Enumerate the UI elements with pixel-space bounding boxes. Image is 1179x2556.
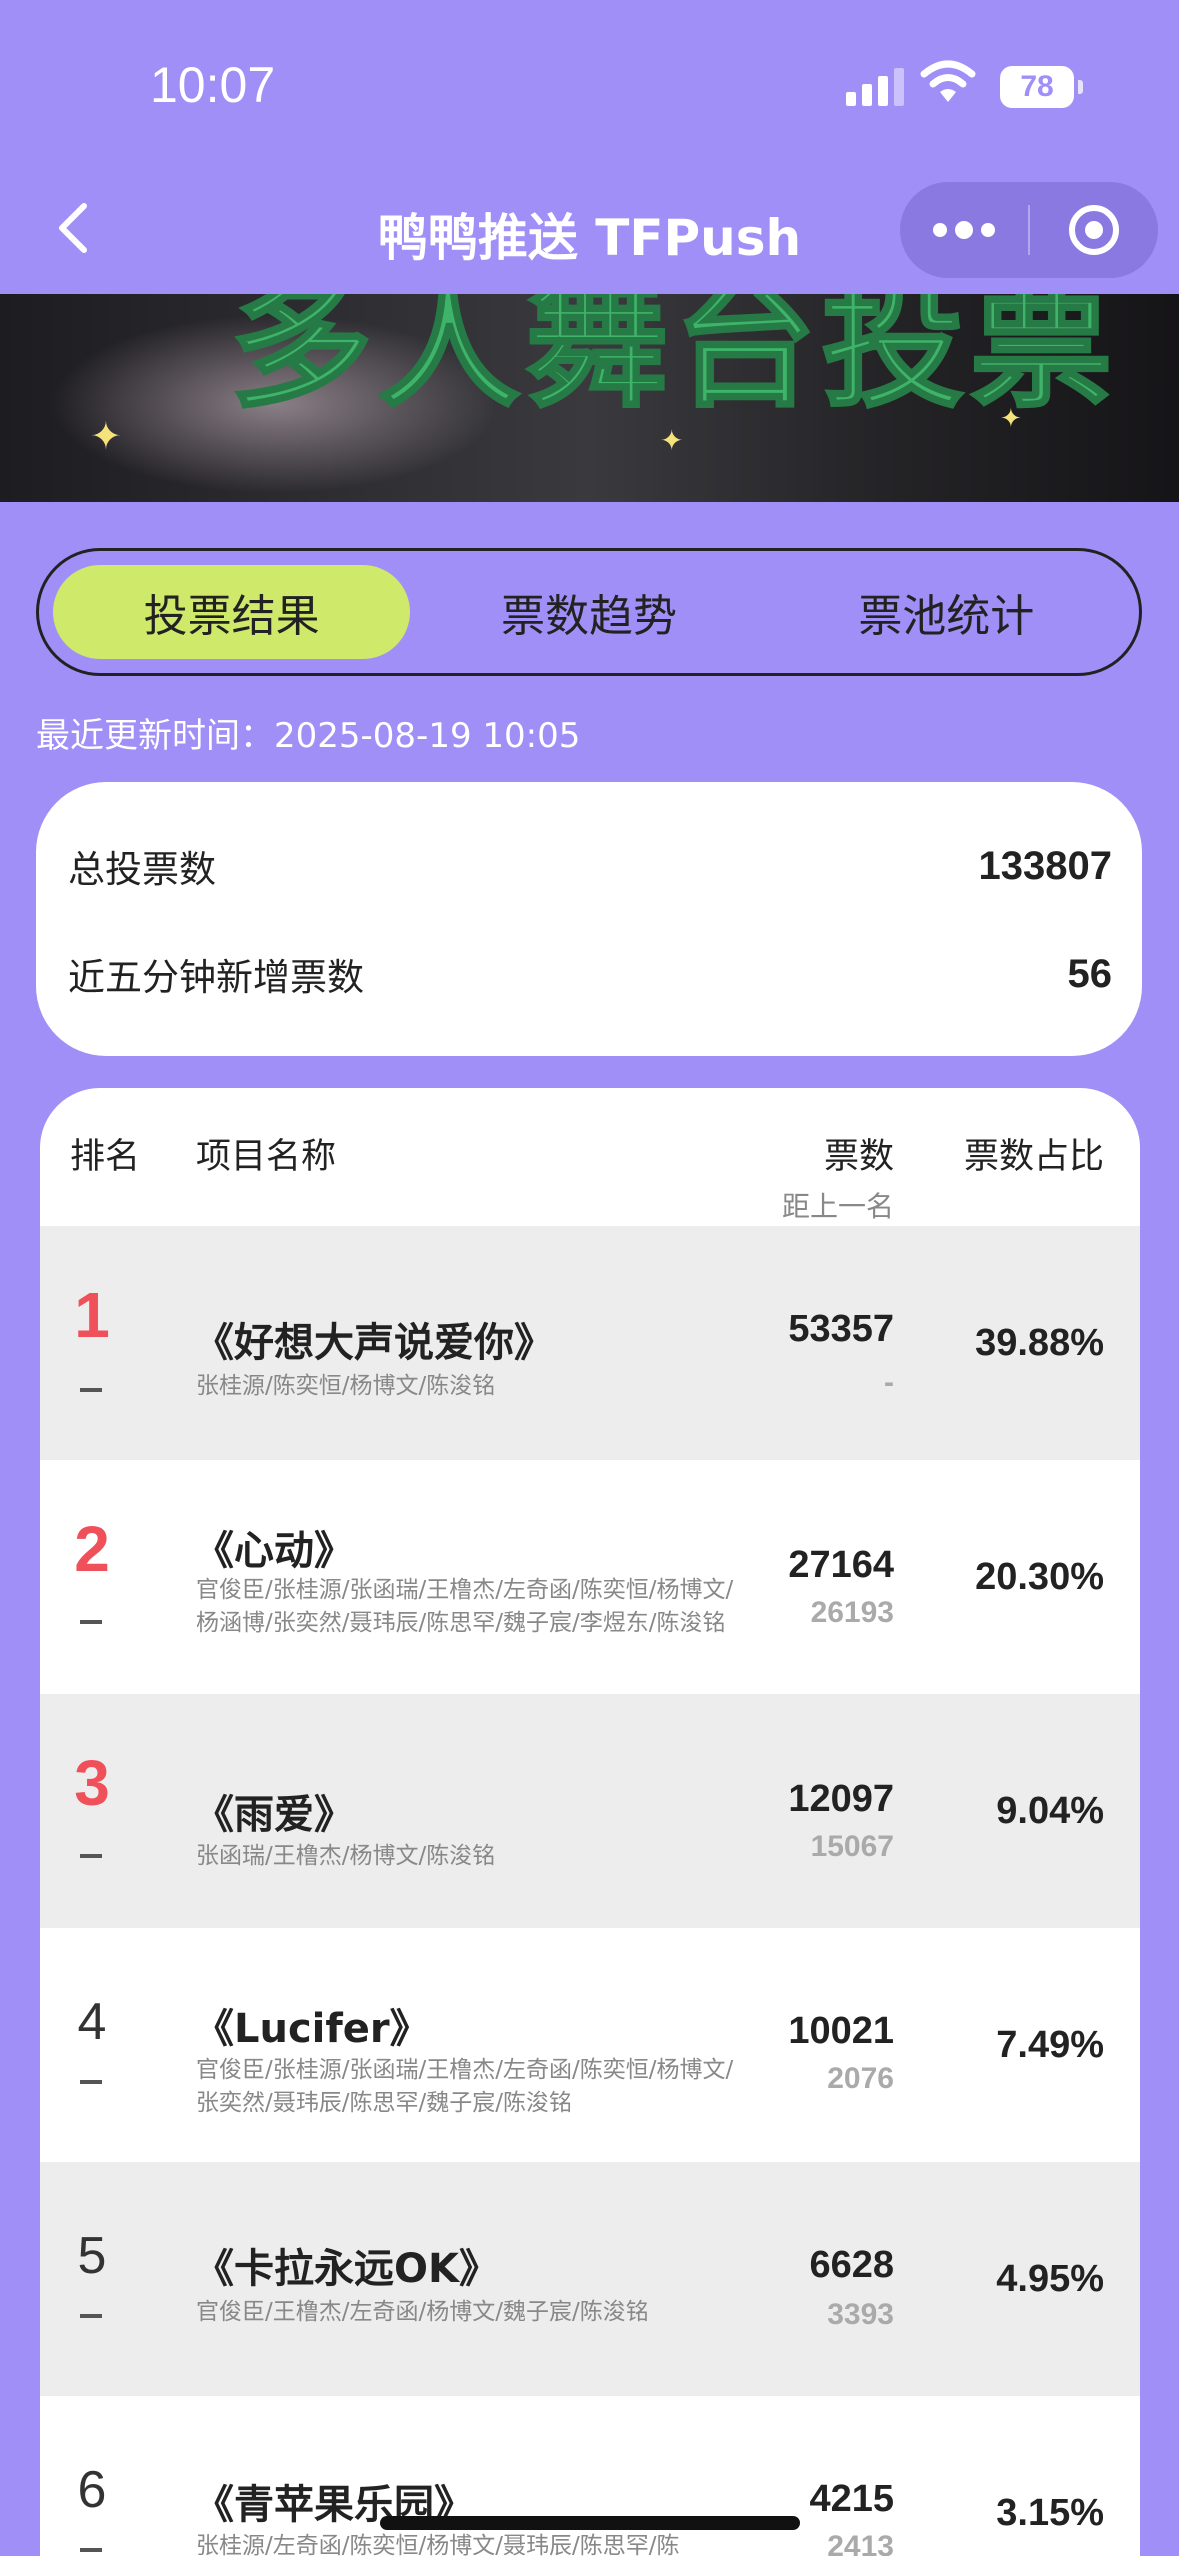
- wifi-icon: [920, 60, 976, 102]
- tab-vote-trend[interactable]: 票数趋势: [410, 565, 767, 659]
- vote-count: 4215: [809, 2478, 894, 2520]
- song-title: 《卡拉永远OK》: [194, 2246, 499, 2292]
- song-title: 《雨爱》: [194, 1792, 354, 1838]
- table-row[interactable]: 4 《Lucifer》 官俊臣/张桂源/张函瑞/王橹杰/左奇函/陈奕恒/杨博文/…: [40, 1928, 1140, 2162]
- rank-change-dash: [80, 1620, 102, 1624]
- total-votes-label: 总投票数: [68, 848, 216, 891]
- vote-gap: 26193: [810, 1596, 894, 1629]
- vote-percentage: 39.88%: [975, 1322, 1104, 1364]
- rank-number: 4: [77, 1993, 107, 2051]
- vote-percentage: 20.30%: [975, 1556, 1104, 1598]
- tab-bar: 投票结果 票数趋势 票池统计: [36, 548, 1142, 676]
- members-list: 张桂源/陈奕恒/杨博文/陈浚铭: [196, 1373, 496, 1399]
- song-title: 《好想大声说爱你》: [194, 1320, 554, 1366]
- members-list: 张函瑞/王橹杰/杨博文/陈浚铭: [196, 1843, 496, 1869]
- vote-gap: 2076: [827, 2062, 894, 2095]
- vote-gap: 15067: [810, 1830, 894, 1863]
- nav-bar: 鸭鸭推送 TFPush: [0, 170, 1179, 294]
- rank-number: 6: [77, 2461, 107, 2519]
- sparkle-icon: ✦: [90, 414, 122, 458]
- header-percentage: 票数占比: [963, 1137, 1104, 1177]
- table-row[interactable]: 1 《好想大声说爱你》 张桂源/陈奕恒/杨博文/陈浚铭 53357 - 39.8…: [40, 1226, 1140, 1460]
- cellular-signal-icon: [846, 66, 904, 106]
- close-mini-program-icon[interactable]: [1030, 182, 1158, 278]
- battery-icon: 78: [1000, 66, 1083, 108]
- rank-number: 5: [77, 2227, 107, 2285]
- song-title: 《心动》: [194, 1528, 354, 1574]
- mini-program-capsule: [900, 182, 1158, 278]
- table-row[interactable]: 5 《卡拉永远OK》 官俊臣/王橹杰/左奇函/杨博文/魏子宸/陈浚铭 6628 …: [40, 2162, 1140, 2396]
- vote-percentage: 9.04%: [996, 1790, 1104, 1832]
- table-header: 排名 项目名称 票数 距上一名 票数占比: [40, 1088, 1140, 1226]
- total-votes-row: 总投票数 133807: [68, 812, 1112, 920]
- members-list: 官俊臣/张桂源/张函瑞/王橹杰/左奇函/陈奕恒/杨博文/杨涵博/张奕然/聂玮辰/…: [196, 1577, 734, 1637]
- table-row[interactable]: 6 《青苹果乐园》 张桂源/左奇函/陈奕恒/杨博文/聂玮辰/陈思罕/陈 4215…: [40, 2396, 1140, 2556]
- summary-card: 总投票数 133807 近五分钟新增票数 56: [36, 782, 1142, 1056]
- banner-title: 多人舞台投票: [229, 294, 1118, 429]
- vote-count: 12097: [788, 1778, 894, 1820]
- table-row[interactable]: 2 《心动》 官俊臣/张桂源/张函瑞/王橹杰/左奇函/陈奕恒/杨博文/杨涵博/张…: [40, 1460, 1140, 1694]
- header-rank: 排名: [70, 1137, 141, 1177]
- tab-pool-stats[interactable]: 票池统计: [768, 565, 1125, 659]
- vote-gap: 3393: [827, 2298, 894, 2331]
- members-list: 张桂源/左奇函/陈奕恒/杨博文/聂玮辰/陈思罕/陈: [196, 2533, 680, 2556]
- rank-number: 3: [74, 1747, 110, 1819]
- more-icon[interactable]: [900, 182, 1028, 278]
- status-time: 10:07: [150, 57, 276, 113]
- header-votes-label: 票数: [823, 1137, 894, 1177]
- last-updated-text: 最近更新时间：2025-08-19 10:05: [36, 716, 581, 756]
- rank-change-dash: [80, 2548, 102, 2552]
- vote-count: 27164: [788, 1544, 894, 1586]
- rank-number: 2: [74, 1513, 110, 1585]
- vote-gap: -: [884, 1366, 894, 1399]
- vote-count: 6628: [809, 2244, 894, 2286]
- total-votes-value: 133807: [978, 843, 1112, 888]
- vote-count: 10021: [788, 2010, 894, 2052]
- ranking-table: 排名 项目名称 票数 距上一名 票数占比 1 《好想大声说爱你》 张桂源/陈奕恒…: [40, 1088, 1140, 2556]
- vote-percentage: 3.15%: [996, 2492, 1104, 2534]
- table-row[interactable]: 3 《雨爱》 张函瑞/王橹杰/杨博文/陈浚铭 12097 15067 9.04%: [40, 1694, 1140, 1928]
- rank-change-dash: [80, 1388, 102, 1392]
- banner-image: ✦ ✦ ✦ 多人舞台投票: [0, 294, 1179, 502]
- header-votes: 票数 距上一名: [782, 1128, 894, 1225]
- tab-vote-results[interactable]: 投票结果: [53, 565, 411, 659]
- recent-votes-label: 近五分钟新增票数: [68, 956, 364, 999]
- header-name: 项目名称: [196, 1137, 337, 1177]
- members-list: 官俊臣/张桂源/张函瑞/王橹杰/左奇函/陈奕恒/杨博文/张奕然/聂玮辰/陈思罕/…: [196, 2057, 734, 2117]
- recent-votes-value: 56: [1067, 951, 1113, 996]
- rank-number: 1: [74, 1279, 110, 1351]
- vote-percentage: 4.95%: [996, 2258, 1104, 2300]
- rank-change-dash: [80, 2314, 102, 2318]
- rank-change-dash: [80, 2080, 102, 2084]
- members-list: 官俊臣/王橹杰/左奇函/杨博文/魏子宸/陈浚铭: [196, 2299, 649, 2325]
- vote-gap: 2413: [827, 2530, 894, 2556]
- vote-count: 53357: [788, 1308, 894, 1350]
- rank-change-dash: [80, 1854, 102, 1858]
- vote-percentage: 7.49%: [996, 2024, 1104, 2066]
- home-indicator[interactable]: [380, 2516, 800, 2530]
- recent-votes-row: 近五分钟新增票数 56: [68, 920, 1112, 1028]
- song-title: 《Lucifer》: [194, 2006, 430, 2052]
- status-bar: 10:07 78: [0, 0, 1179, 170]
- header-votes-sub: 距上一名: [781, 1190, 894, 1223]
